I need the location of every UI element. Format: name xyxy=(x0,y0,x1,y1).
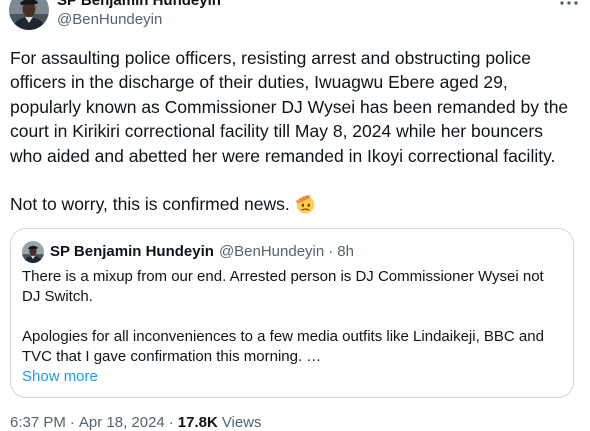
tweet-text: For assaulting police officers, resistin… xyxy=(10,46,585,217)
quoted-author-handle: @BenHundeyin xyxy=(218,243,325,260)
tweet-text-line: who aided and abetted her were remanded … xyxy=(10,145,556,166)
separator-dot: · xyxy=(328,243,334,260)
tweet-text-line: court in Kirikiri correctional facility … xyxy=(10,121,543,142)
saluting-face-icon xyxy=(295,193,316,214)
tweet-date: Apr 18, 2024 xyxy=(78,414,165,431)
quoted-text-line: Apologies for all inconveniences to a fe… xyxy=(22,328,544,345)
more-options-button[interactable] xyxy=(558,0,580,11)
quoted-tweet-text: There is a mixup from our end. Arrested … xyxy=(22,267,562,367)
timestamp-link[interactable]: 6:37 PM · Apr 18, 2024 xyxy=(10,414,165,431)
tweet-closing-text: Not to worry, this is confirmed news. xyxy=(10,194,290,215)
quoted-tweet-time: 8h xyxy=(337,243,354,260)
avatar-photo xyxy=(9,0,49,30)
quoted-text-line: There is a mixup from our end. Arrested … xyxy=(22,268,544,285)
avatar-photo xyxy=(22,241,44,263)
quoted-tweet-card[interactable]: SP Benjamin Hundeyin @BenHundeyin · 8h T… xyxy=(10,228,574,398)
tweet-closing-line: Not to worry, this is confirmed news. xyxy=(10,192,585,216)
author-handle[interactable]: @BenHundeyin xyxy=(57,10,162,30)
separator-dot: · xyxy=(69,414,75,431)
more-horizontal-icon xyxy=(560,1,578,5)
tweet-time: 6:37 PM xyxy=(10,414,66,431)
tweet-footer: 6:37 PM · Apr 18, 2024 · 17.8K Views xyxy=(10,414,262,431)
tweet-text-line: popularly known as Commissioner DJ Wysei… xyxy=(10,96,569,117)
quoted-text-line: DJ Switch. xyxy=(22,288,93,305)
tweet-text-line: For assaulting police officers, resistin… xyxy=(10,48,532,68)
quoted-author-name: SP Benjamin Hundeyin xyxy=(50,243,214,260)
show-more-link[interactable]: Show more xyxy=(22,367,98,387)
quoted-author-avatar xyxy=(22,241,44,263)
separator-dot: · xyxy=(168,414,174,431)
quoted-text-line: TVC that I gave confirmation this mornin… xyxy=(22,348,322,365)
views-label: Views xyxy=(221,414,262,431)
views-count: 17.8K xyxy=(177,414,218,431)
tweet-text-line: officers in the discharge of their dutie… xyxy=(10,72,508,93)
author-avatar[interactable] xyxy=(9,0,49,30)
quoted-tweet-header: SP Benjamin Hundeyin @BenHundeyin · 8h xyxy=(50,242,354,262)
